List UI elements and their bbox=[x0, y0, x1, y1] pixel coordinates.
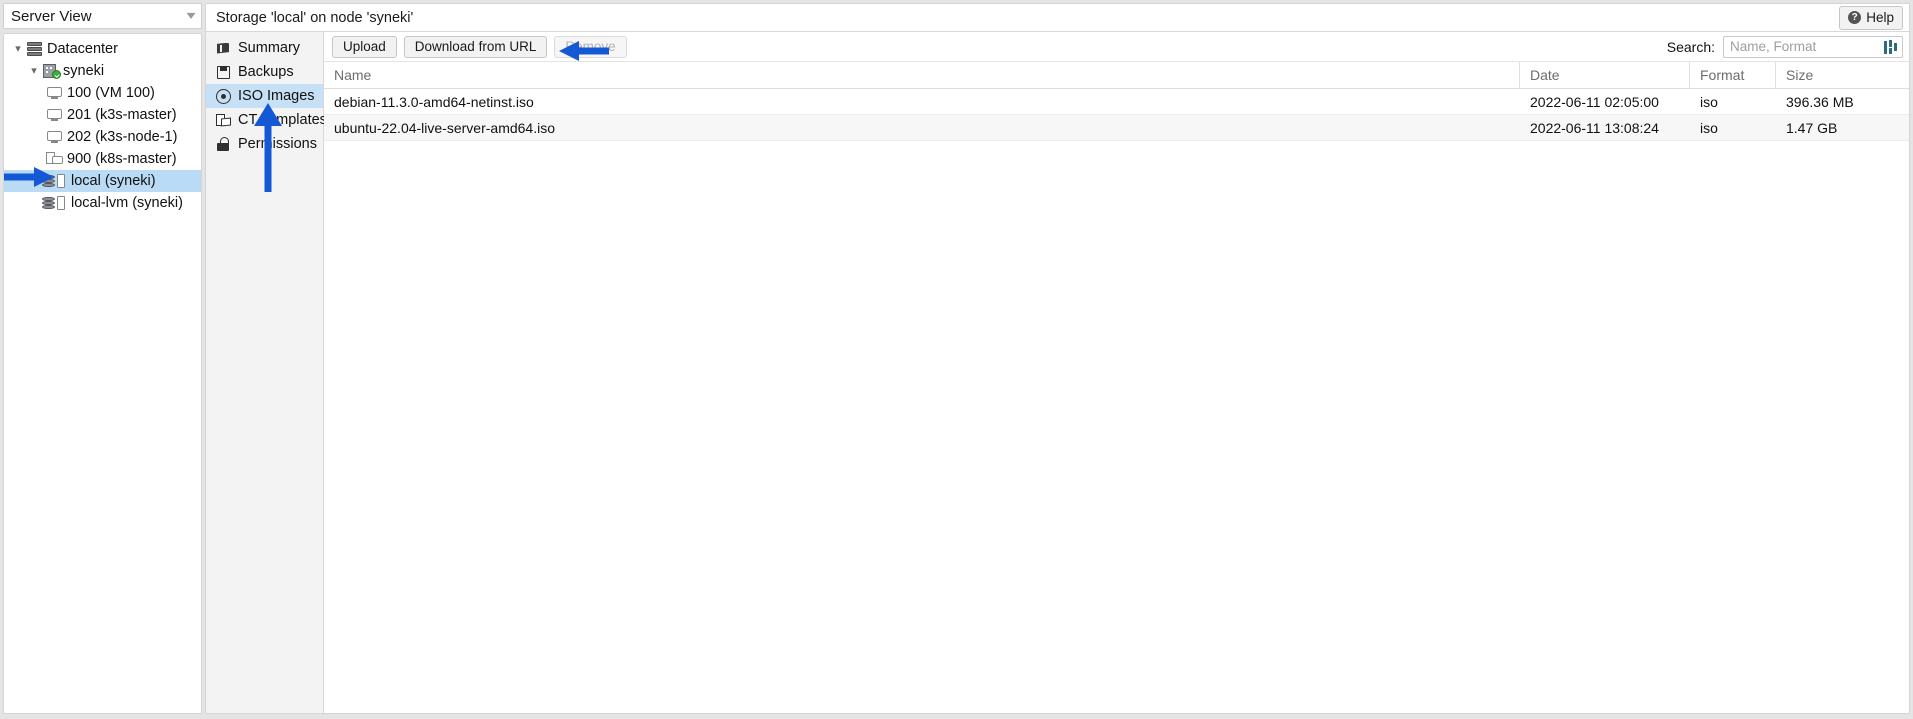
search-field-wrapper[interactable] bbox=[1723, 35, 1903, 58]
menu-item-backups[interactable]: Backups bbox=[206, 60, 323, 84]
menu-item-summary[interactable]: Summary bbox=[206, 36, 323, 60]
content-frame: Storage 'local' on node 'syneki' ? Help … bbox=[205, 3, 1910, 714]
column-header-date[interactable]: Date bbox=[1520, 62, 1690, 88]
menu-item-label: ISO Images bbox=[238, 88, 315, 104]
right-panel: Storage 'local' on node 'syneki' ? Help … bbox=[205, 0, 1913, 719]
iso-images-table: Name Date Format Size debian-11.3.0-amd6… bbox=[324, 62, 1909, 713]
template-icon bbox=[46, 151, 64, 167]
cell-size: 396.36 MB bbox=[1786, 93, 1854, 110]
cell-date: 2022-06-11 13:08:24 bbox=[1530, 119, 1659, 136]
column-filter-icon[interactable] bbox=[1884, 39, 1898, 55]
vm-icon bbox=[46, 85, 64, 101]
tree-item-label: 900 (k8s-master) bbox=[67, 151, 177, 167]
content-body: Summary Backups ISO Images CT Templates bbox=[206, 32, 1909, 713]
help-button-label: Help bbox=[1866, 10, 1894, 25]
tree-item-storage-local[interactable]: local (syneki) bbox=[4, 170, 201, 192]
tree-item-vm-201[interactable]: 201 (k3s-master) bbox=[4, 104, 201, 126]
search-input[interactable] bbox=[1724, 36, 1886, 57]
content-titlebar: Storage 'local' on node 'syneki' ? Help bbox=[206, 4, 1909, 32]
vm-icon bbox=[46, 129, 64, 145]
storage-icon bbox=[42, 195, 68, 211]
view-selector-label: Server View bbox=[11, 7, 92, 25]
menu-item-label: CT Templates bbox=[238, 112, 327, 128]
tree-item-vm-900[interactable]: 900 (k8s-master) bbox=[4, 148, 201, 170]
cell-date: 2022-06-11 02:05:00 bbox=[1530, 93, 1659, 110]
download-from-url-button[interactable]: Download from URL bbox=[403, 35, 548, 58]
tree-item-label: syneki bbox=[63, 63, 105, 79]
tree-item-vm-202[interactable]: 202 (k3s-node-1) bbox=[4, 126, 201, 148]
toolbar-search: Search: bbox=[1666, 35, 1903, 58]
table-header-row: Name Date Format Size bbox=[324, 62, 1909, 89]
floppy-disk-icon bbox=[216, 65, 231, 80]
tree-item-datacenter[interactable]: ▾ Datacenter bbox=[4, 38, 201, 60]
resource-tree: ▾ Datacenter ▾ syneki 100 (VM 100) 201 (… bbox=[3, 33, 202, 714]
disc-icon bbox=[216, 88, 231, 104]
tree-item-label: Datacenter bbox=[47, 41, 118, 57]
upload-button[interactable]: Upload bbox=[332, 35, 397, 58]
node-online-icon bbox=[42, 63, 61, 79]
twisty-expanded-icon[interactable]: ▾ bbox=[10, 43, 26, 55]
storage-menu: Summary Backups ISO Images CT Templates bbox=[206, 32, 327, 713]
help-button[interactable]: ? Help bbox=[1839, 5, 1903, 30]
book-icon bbox=[216, 41, 231, 56]
table-row[interactable]: debian-11.3.0-amd64-netinst.iso 2022-06-… bbox=[324, 89, 1909, 115]
question-mark-icon: ? bbox=[1848, 11, 1862, 24]
toolbar-buttons: Upload Download from URL Remove bbox=[332, 35, 627, 58]
iso-toolbar: Upload Download from URL Remove Search: bbox=[324, 32, 1909, 62]
tree-item-label: local-lvm (syneki) bbox=[71, 195, 183, 211]
cell-size: 1.47 GB bbox=[1786, 119, 1838, 136]
cell-format: iso bbox=[1700, 93, 1718, 110]
remove-button: Remove bbox=[554, 35, 627, 58]
table-row[interactable]: ubuntu-22.04-live-server-amd64.iso 2022-… bbox=[324, 115, 1909, 141]
cell-name: debian-11.3.0-amd64-netinst.iso bbox=[334, 93, 534, 110]
column-header-size[interactable]: Size bbox=[1776, 62, 1896, 88]
menu-item-label: Summary bbox=[238, 40, 301, 56]
page-title: Storage 'local' on node 'syneki' bbox=[216, 9, 414, 26]
column-header-name[interactable]: Name bbox=[324, 62, 1520, 88]
tree-item-syneki[interactable]: ▾ syneki bbox=[4, 60, 201, 82]
menu-item-label: Backups bbox=[238, 64, 294, 80]
menu-item-iso-images[interactable]: ISO Images bbox=[206, 84, 323, 108]
tree-item-label: 201 (k3s-master) bbox=[67, 107, 177, 123]
menu-item-label: Permissions bbox=[238, 136, 317, 152]
left-panel: Server View ▾ ▾ Datacenter ▾ syneki 100 … bbox=[0, 0, 205, 719]
cell-format: iso bbox=[1700, 119, 1718, 136]
datacenter-icon bbox=[26, 41, 44, 57]
tree-item-label: 100 (VM 100) bbox=[67, 85, 155, 101]
table-body: debian-11.3.0-amd64-netinst.iso 2022-06-… bbox=[324, 89, 1909, 713]
proxmox-web-ui: Server View ▾ ▾ Datacenter ▾ syneki 100 … bbox=[0, 0, 1913, 719]
tree-item-storage-local-lvm[interactable]: local-lvm (syneki) bbox=[4, 192, 201, 214]
unlock-icon bbox=[216, 136, 231, 152]
tree-item-label: 202 (k3s-node-1) bbox=[67, 129, 178, 145]
chevron-down-icon: ▾ bbox=[186, 8, 196, 22]
column-header-format[interactable]: Format bbox=[1690, 62, 1776, 88]
iso-images-panel: Upload Download from URL Remove Search: bbox=[324, 32, 1909, 713]
vm-icon bbox=[46, 107, 64, 123]
tree-item-vm-100[interactable]: 100 (VM 100) bbox=[4, 82, 201, 104]
menu-item-ct-templates[interactable]: CT Templates bbox=[206, 108, 327, 132]
twisty-expanded-icon[interactable]: ▾ bbox=[26, 65, 42, 77]
view-selector-dropdown[interactable]: Server View ▾ bbox=[3, 3, 202, 29]
menu-item-permissions[interactable]: Permissions bbox=[206, 132, 323, 156]
tree-item-label: local (syneki) bbox=[71, 173, 156, 189]
template-box-icon bbox=[216, 113, 231, 128]
storage-icon bbox=[42, 173, 68, 189]
search-label: Search: bbox=[1666, 38, 1715, 55]
cell-name: ubuntu-22.04-live-server-amd64.iso bbox=[334, 119, 555, 136]
